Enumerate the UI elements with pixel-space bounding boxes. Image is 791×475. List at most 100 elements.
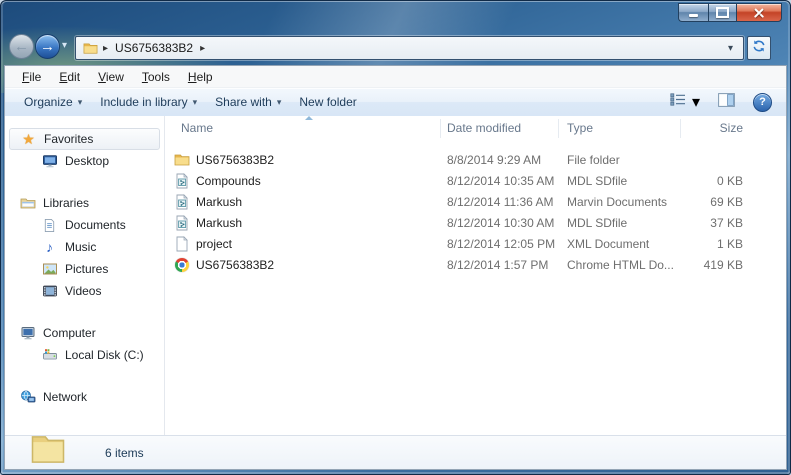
file-type: Marvin Documents (559, 195, 681, 209)
file-row[interactable]: US6756383B2 8/8/2014 9:29 AM File folder (165, 149, 786, 170)
explorer-body: ★ Favorites Desktop Libraries (5, 116, 786, 436)
column-header-type[interactable]: Type (559, 119, 681, 138)
sdfile-icon (174, 173, 190, 189)
file-date-modified: 8/12/2014 1:57 PM (441, 258, 559, 272)
back-button[interactable]: ← (9, 34, 34, 59)
new-folder-button[interactable]: New folder (290, 92, 365, 112)
file-row[interactable]: project 8/12/2014 12:05 PM XML Document … (165, 233, 786, 254)
sdfile-icon (174, 215, 190, 231)
chevron-down-icon: ▾ (692, 92, 700, 112)
documents-icon (41, 218, 58, 233)
item-count: 6 items (105, 436, 144, 469)
maximize-button[interactable] (708, 3, 736, 22)
file-name: Markush (196, 216, 242, 230)
network-icon (19, 389, 36, 405)
column-header-name[interactable]: Name (165, 119, 441, 138)
chevron-down-icon: ▾ (277, 97, 282, 108)
file-type: Chrome HTML Do... (559, 258, 681, 272)
forward-arrow-icon: → (40, 38, 55, 55)
minimize-icon (689, 14, 698, 17)
menu-edit[interactable]: Edit (50, 67, 89, 87)
menu-file[interactable]: File (13, 67, 50, 87)
computer-icon (19, 325, 36, 341)
address-bar[interactable]: ▸ US6756383B2 ▸ ▾ (75, 36, 744, 60)
sidebar-item-network[interactable]: Network (5, 386, 164, 408)
sidebar-item-music[interactable]: ♪ Music (5, 236, 164, 258)
file-name: Markush (196, 195, 242, 209)
command-toolbar: Organize ▾ Include in library ▾ Share wi… (5, 88, 786, 117)
menu-tools[interactable]: Tools (133, 67, 179, 87)
breadcrumb-separator-icon[interactable]: ▸ (195, 43, 210, 54)
sidebar-item-favorites[interactable]: ★ Favorites (9, 128, 160, 150)
column-header-date-modified[interactable]: Date modified (441, 119, 559, 138)
organize-button[interactable]: Organize ▾ (15, 92, 91, 112)
include-in-library-label: Include in library (100, 95, 187, 109)
explorer-window: ← → ▾ ▸ US6756383B2 ▸ ▾ File Edit View T… (0, 0, 791, 475)
menu-bar: File Edit View Tools Help (5, 66, 786, 88)
videos-icon (41, 283, 58, 299)
file-date-modified: 8/12/2014 10:35 AM (441, 174, 559, 188)
column-headers: Name Date modified Type Size (165, 116, 786, 141)
desktop-icon (41, 153, 58, 169)
file-name: US6756383B2 (196, 153, 274, 167)
sidebar-item-label: Favorites (44, 132, 93, 146)
sidebar-item-label: Local Disk (C:) (65, 348, 144, 362)
share-with-button[interactable]: Share with ▾ (206, 92, 290, 112)
refresh-button[interactable] (747, 36, 771, 60)
column-header-size[interactable]: Size (681, 119, 751, 138)
sort-ascending-icon (305, 116, 313, 120)
recent-pages-dropdown[interactable]: ▾ (62, 40, 67, 51)
forward-button[interactable]: → (35, 34, 60, 59)
sidebar-item-documents[interactable]: Documents (5, 214, 164, 236)
status-bar: 6 items (5, 435, 786, 469)
views-list-icon (670, 93, 686, 111)
menu-view[interactable]: View (89, 67, 133, 87)
breadcrumb-separator-icon[interactable]: ▸ (98, 43, 113, 54)
close-button[interactable] (736, 3, 782, 22)
file-name: Compounds (196, 174, 261, 188)
include-in-library-button[interactable]: Include in library ▾ (91, 92, 206, 112)
file-row[interactable]: Markush 8/12/2014 11:36 AM Marvin Docume… (165, 191, 786, 212)
navigation-pane: ★ Favorites Desktop Libraries (5, 116, 165, 436)
change-view-button[interactable]: ▾ (666, 89, 704, 115)
preview-pane-button[interactable] (714, 90, 739, 115)
libraries-icon (19, 195, 36, 211)
status-folder-icon (30, 432, 66, 468)
sidebar-item-desktop[interactable]: Desktop (5, 150, 164, 172)
sidebar-item-local-disk-c[interactable]: Local Disk (C:) (5, 344, 164, 366)
minimize-button[interactable] (678, 3, 708, 22)
back-arrow-icon: ← (14, 38, 29, 55)
sidebar-item-label: Libraries (43, 196, 89, 210)
file-date-modified: 8/12/2014 12:05 PM (441, 237, 559, 251)
address-history-dropdown[interactable]: ▾ (724, 43, 737, 54)
sidebar-item-videos[interactable]: Videos (5, 280, 164, 302)
organize-label: Organize (24, 95, 73, 109)
file-size: 419 KB (681, 258, 751, 272)
sidebar-item-label: Desktop (65, 154, 109, 168)
sidebar-item-label: Documents (65, 218, 126, 232)
file-name: US6756383B2 (196, 258, 274, 272)
sidebar-item-pictures[interactable]: Pictures (5, 258, 164, 280)
file-row[interactable]: US6756383B2 8/12/2014 1:57 PM Chrome HTM… (165, 254, 786, 275)
breadcrumb-current-folder[interactable]: US6756383B2 (113, 41, 195, 55)
star-icon: ★ (20, 131, 37, 148)
music-note-icon: ♪ (41, 239, 58, 255)
sidebar-item-libraries[interactable]: Libraries (5, 192, 164, 214)
file-type: MDL SDfile (559, 174, 681, 188)
menu-help[interactable]: Help (179, 67, 222, 87)
file-row[interactable]: Compounds 8/12/2014 10:35 AM MDL SDfile … (165, 170, 786, 191)
xml-document-icon (174, 236, 190, 252)
pictures-icon (41, 261, 58, 277)
file-size: 1 KB (681, 237, 751, 251)
share-with-label: Share with (215, 95, 272, 109)
file-row[interactable]: Markush 8/12/2014 10:30 AM MDL SDfile 37… (165, 212, 786, 233)
file-date-modified: 8/8/2014 9:29 AM (441, 153, 559, 167)
file-list-pane: Name Date modified Type Size US6756383B2 (165, 116, 786, 436)
file-size: 37 KB (681, 216, 751, 230)
sdfile-icon (174, 194, 190, 210)
chevron-down-icon: ▾ (193, 97, 198, 108)
local-disk-icon (41, 347, 58, 363)
help-button[interactable]: ? (749, 90, 776, 115)
refresh-icon (752, 39, 766, 58)
sidebar-item-computer[interactable]: Computer (5, 322, 164, 344)
